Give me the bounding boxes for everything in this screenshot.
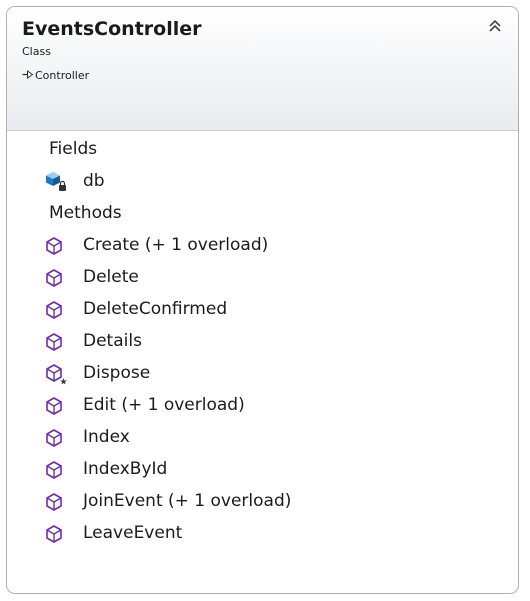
member-row[interactable]: db	[7, 165, 518, 197]
member-row[interactable]: Details	[7, 325, 518, 357]
methods-list: Create (+ 1 overload) Delete DeleteConfirm…	[7, 229, 518, 549]
member-name: Details	[83, 331, 142, 351]
private-field-icon	[45, 171, 67, 193]
base-type-label: Controller	[35, 69, 90, 82]
member-name: db	[83, 171, 105, 191]
member-name: IndexById	[83, 459, 168, 479]
public-method-icon	[45, 491, 67, 513]
double-chevron-up-icon	[489, 19, 501, 32]
class-title: EventsController	[22, 18, 202, 40]
public-method-icon	[45, 267, 67, 289]
member-row[interactable]: Edit (+ 1 overload)	[7, 389, 518, 421]
public-method-icon	[45, 299, 67, 321]
member-row[interactable]: ★ Dispose	[7, 357, 518, 389]
member-row[interactable]: DeleteConfirmed	[7, 293, 518, 325]
class-header[interactable]: EventsController Class Controller	[7, 7, 518, 131]
fields-section-header[interactable]: Fields	[7, 133, 518, 165]
collapse-button[interactable]	[486, 17, 504, 35]
member-row[interactable]: Create (+ 1 overload)	[7, 229, 518, 261]
base-type: Controller	[22, 69, 518, 83]
public-method-icon	[45, 331, 67, 353]
svg-text:★: ★	[60, 378, 68, 386]
fields-list: db	[7, 165, 518, 197]
member-row[interactable]: LeaveEvent	[7, 517, 518, 549]
inheritance-arrow-icon	[22, 69, 34, 83]
public-method-icon	[45, 427, 67, 449]
public-method-icon	[45, 459, 67, 481]
protected-method-icon: ★	[45, 363, 68, 388]
member-name: DeleteConfirmed	[83, 299, 228, 319]
fields-section-label: Fields	[49, 139, 98, 159]
member-name: Create (+ 1 overload)	[83, 235, 269, 255]
methods-section-header[interactable]: Methods	[7, 197, 518, 229]
compartments: Fields db Methods Create (+ 1 overload) D…	[7, 131, 518, 549]
public-method-icon	[45, 235, 67, 257]
member-name: Index	[83, 427, 130, 447]
class-shape[interactable]: EventsController Class Controller Fields	[6, 6, 519, 594]
member-row[interactable]: IndexById	[7, 453, 518, 485]
member-name: LeaveEvent	[83, 523, 183, 543]
class-stereotype: Class	[22, 45, 51, 58]
member-name: JoinEvent (+ 1 overload)	[83, 491, 292, 511]
member-name: Dispose	[83, 363, 151, 383]
member-name: Delete	[83, 267, 139, 287]
member-row[interactable]: Delete	[7, 261, 518, 293]
member-name: Edit (+ 1 overload)	[83, 395, 245, 415]
public-method-icon	[45, 523, 67, 545]
methods-section-label: Methods	[49, 203, 122, 223]
public-method-icon	[45, 395, 67, 417]
member-row[interactable]: JoinEvent (+ 1 overload)	[7, 485, 518, 517]
member-row[interactable]: Index	[7, 421, 518, 453]
